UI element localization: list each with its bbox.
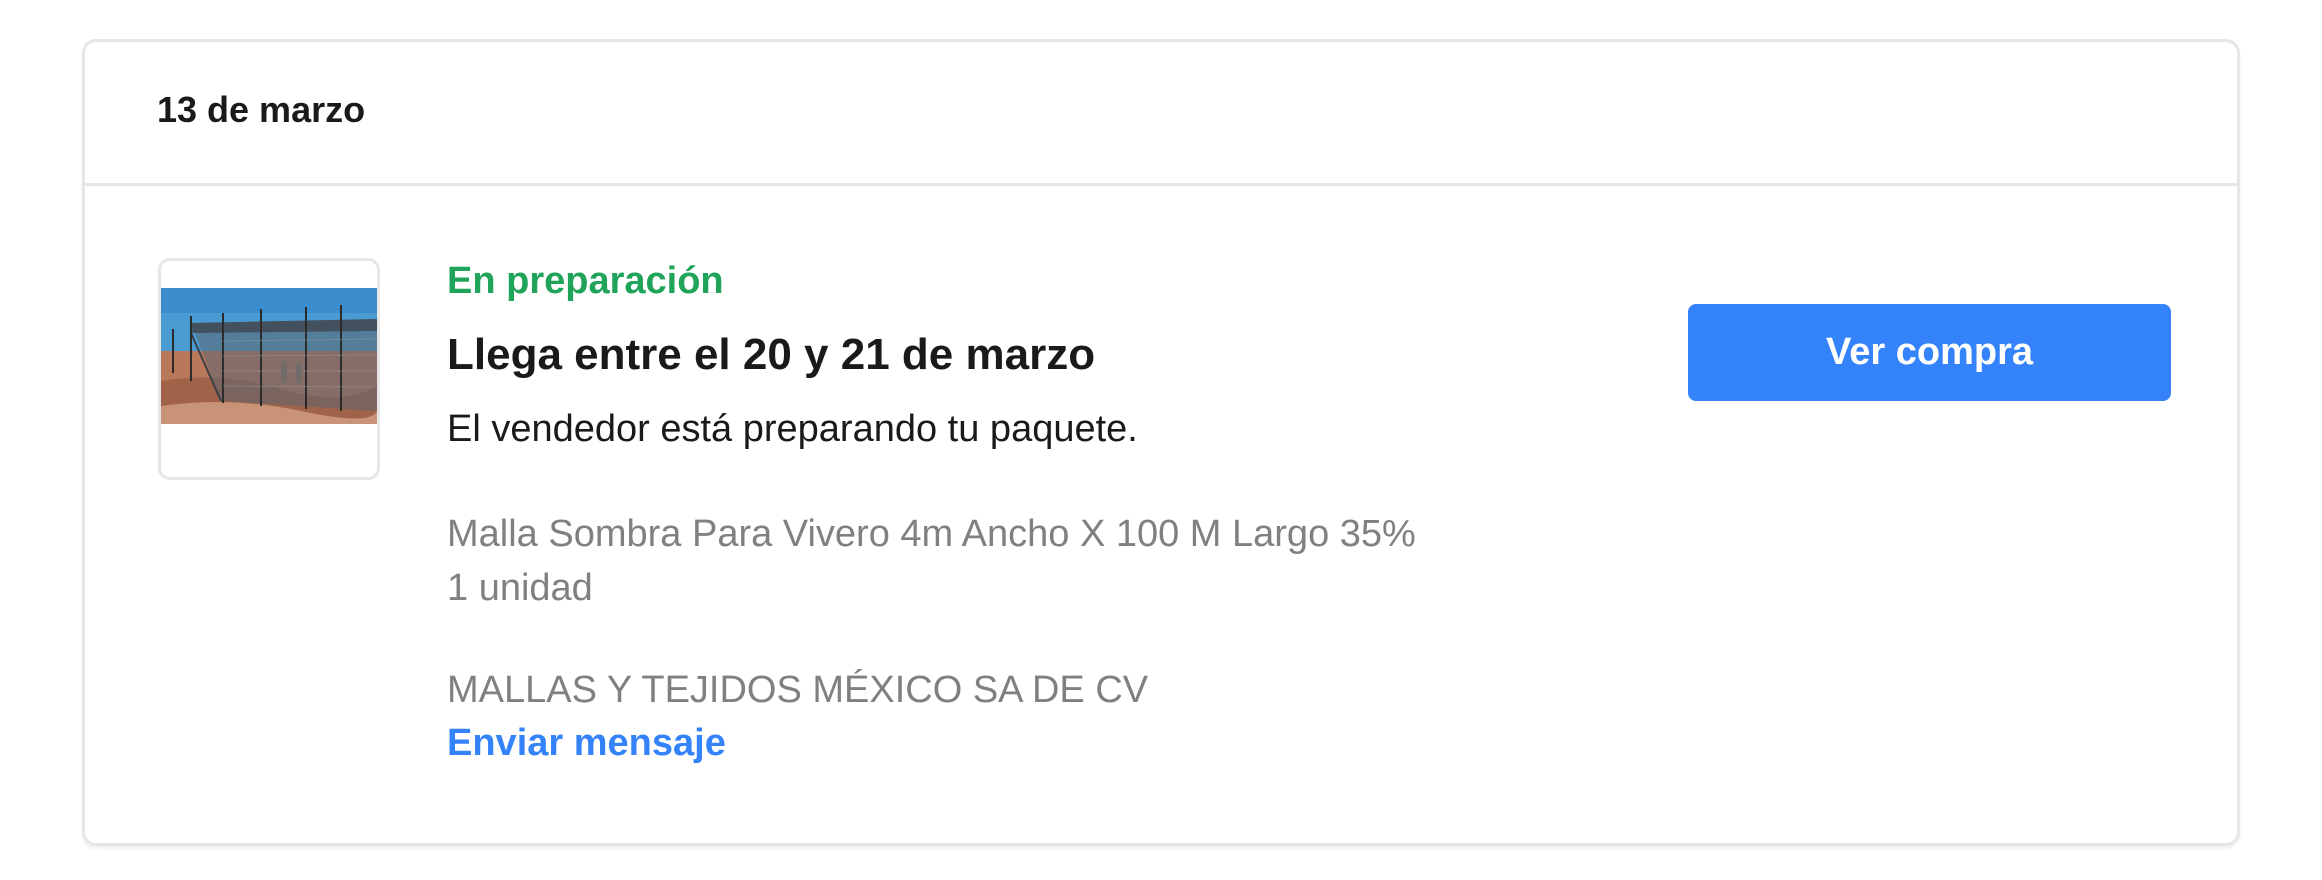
status-description: El vendedor está preparando tu paquete. xyxy=(447,408,1138,450)
product-photo-icon xyxy=(161,261,377,477)
seller-name: MALLAS Y TEJIDOS MÉXICO SA DE CV xyxy=(447,669,1149,711)
product-thumbnail[interactable] xyxy=(158,258,380,480)
view-purchase-button[interactable]: Ver compra xyxy=(1688,304,2171,401)
send-message-link[interactable]: Enviar mensaje xyxy=(447,722,726,765)
purchase-card-header: 13 de marzo xyxy=(85,42,2237,186)
order-status: En preparación xyxy=(447,260,724,302)
product-title[interactable]: Malla Sombra Para Vivero 4m Ancho X 100 … xyxy=(447,513,1416,556)
purchase-card: 13 de marzo En preparación Llega entre e… xyxy=(82,39,2240,846)
arrival-estimate: Llega entre el 20 y 21 de marzo xyxy=(447,330,1096,379)
purchase-date: 13 de marzo xyxy=(157,89,366,130)
product-quantity: 1 unidad xyxy=(447,567,593,609)
